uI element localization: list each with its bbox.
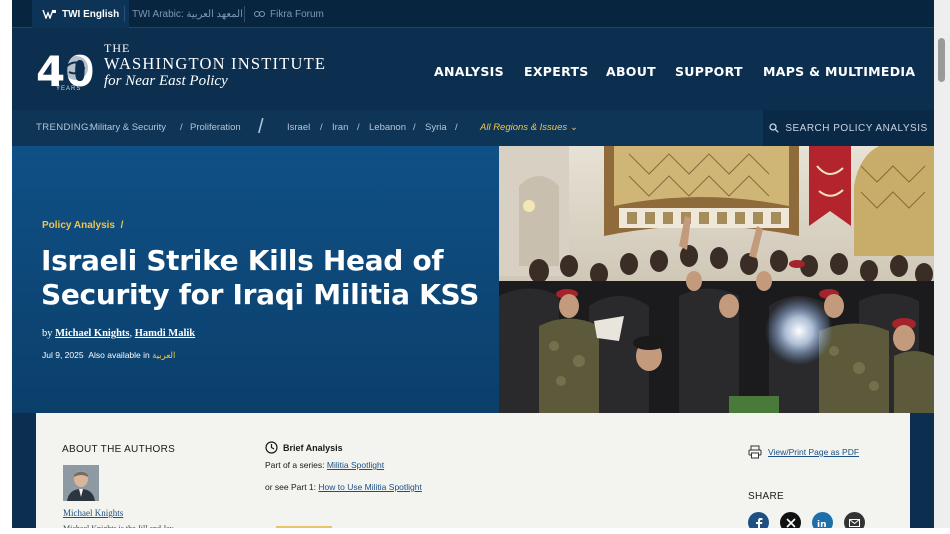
article-title: Israeli Strike Kills Head of Security fo… [41,244,480,311]
twi-flag-icon [42,9,56,19]
logo-years: YEARS [56,86,82,92]
trending-group-separator: / [258,116,264,138]
logo-wordmark: THE WASHINGTON INSTITUTE for Near East P… [104,41,326,90]
all-regions-label: All Regions & Issues [480,122,568,133]
all-regions-dropdown[interactable]: All Regions & Issues ⌄ [480,122,578,133]
article-byline: by Michael Knights, Hamdi Malik [42,328,195,339]
article-hero: Policy Analysis / Israeli Strike Kills H… [12,146,934,413]
kicker-separator: / [120,220,124,231]
logo-line-subtitle: for Near East Policy [104,73,228,89]
email-icon [849,518,860,527]
article-date: Jul 9, 2025 [42,350,84,360]
trending-region-syria[interactable]: Syria [425,122,447,133]
also-available-label: Also available in [88,350,150,360]
article-kicker[interactable]: Policy Analysis / [42,220,123,231]
author-photo-knights[interactable] [63,465,99,501]
lang-divider [124,6,125,22]
trending-region-lebanon[interactable]: Lebanon [369,122,406,133]
window-bottom-edge [0,528,950,534]
lang-tab-arabic-label: TWI Arabic: المعهد العربية [132,8,243,20]
logo-line-name: WASHINGTON INSTITUTE [104,54,327,73]
trending-separator: / [455,122,458,133]
series-prefix: Part of a series: [265,460,327,470]
mourners-crowd-photo [499,146,934,413]
view-print-pdf-link[interactable]: View/Print Page as PDF [748,445,859,459]
hero-photo [499,146,934,413]
trending-separator: / [357,122,360,133]
article-meta-panel: ABOUT THE AUTHORS Michael Knights Michae… [36,413,910,534]
language-bar: TWI English TWI Arabic: المعهد العربية F… [12,0,934,28]
trending-topic-military[interactable]: Military & Security [90,122,166,133]
trending-region-iran[interactable]: Iran [332,122,348,133]
chevron-down-icon: ⌄ [569,122,578,133]
lang-tab-fikra-label: Fikra Forum [270,8,324,20]
series-link[interactable]: Militia Spotlight [327,460,384,470]
series-line: Part of a series: Militia Spotlight [265,460,384,470]
trending-region-israel[interactable]: Israel [287,122,310,133]
lang-tab-english[interactable]: TWI English [32,0,130,28]
clock-icon [265,441,278,454]
lang-tab-english-label: TWI English [62,8,120,20]
logo-line-the: THE [104,41,131,55]
scrollbar-thumb[interactable] [938,38,945,82]
trending-separator: / [320,122,323,133]
pdf-link-label: View/Print Page as PDF [768,447,860,457]
svg-text:in: in [817,520,827,528]
nav-analysis[interactable]: ANALYSIS [434,64,504,79]
share-heading: SHARE [748,491,784,502]
nav-maps-multimedia[interactable]: MAPS & MULTIMEDIA [763,64,915,79]
trending-separator: / [413,122,416,133]
nav-about[interactable]: ABOUT [606,64,656,79]
nav-support[interactable]: SUPPORT [675,64,743,79]
linkedin-icon: in [817,520,827,528]
lang-tab-arabic[interactable]: TWI Arabic: المعهد العربية [132,0,243,28]
trending-separator: / [180,122,183,133]
search-label: SEARCH POLICY ANALYSIS [785,122,928,134]
search-policy-analysis-button[interactable]: SEARCH POLICY ANALYSIS [763,110,934,146]
trending-label: TRENDING: [36,122,92,133]
part-line: or see Part 1: How to Use Militia Spotli… [265,482,422,492]
author-portrait [63,465,99,501]
search-icon [769,123,780,133]
facebook-icon [755,517,762,529]
nav-experts[interactable]: EXPERTS [524,64,589,79]
part-prefix: or see Part 1: [265,482,319,492]
x-icon [785,517,796,528]
lang-divider [244,6,245,22]
page: TWI English TWI Arabic: المعهد العربية F… [12,0,934,534]
arabic-version-link[interactable]: العربية [152,350,175,360]
author-link-knights[interactable]: Michael Knights [55,328,129,339]
about-authors-heading: ABOUT THE AUTHORS [62,444,176,455]
byline-by: by [42,328,53,339]
lang-tab-fikra[interactable]: Fikra Forum [254,0,324,28]
author-name-link[interactable]: Michael Knights [63,508,123,518]
part-one-link[interactable]: How to Use Militia Spotlight [318,482,421,492]
trending-topic-proliferation[interactable]: Proliferation [190,122,241,133]
article-kicker-label: Policy Analysis [42,220,115,231]
brief-analysis-text: Brief Analysis [283,442,343,453]
browser-scrollbar[interactable] [934,0,950,534]
author-link-malik[interactable]: Hamdi Malik [135,328,195,339]
fikra-icon [254,11,265,17]
brief-analysis-label: Brief Analysis [265,441,343,454]
printer-icon [748,445,762,459]
article-dateline: Jul 9, 2025 Also available in العربية [42,350,175,361]
